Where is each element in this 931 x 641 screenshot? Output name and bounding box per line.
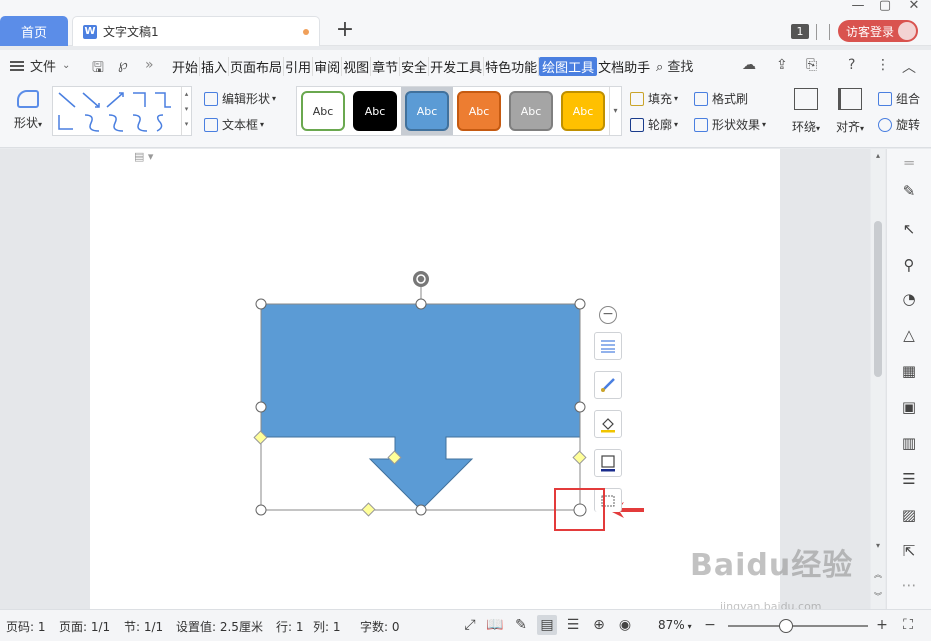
status-setting-value[interactable]: 设置值: 2.5厘米 [176, 618, 263, 635]
outline-icon[interactable] [594, 449, 622, 477]
edit-pen-icon[interactable]: ✎ [899, 181, 919, 201]
annotation-highlight-box [554, 488, 605, 531]
layers-icon[interactable]: △ [899, 325, 919, 345]
web-view-icon[interactable]: ⊕ [589, 615, 609, 635]
scroll-down-icon[interactable]: ▾ [871, 541, 885, 550]
status-section[interactable]: 节: 1/1 [124, 618, 163, 635]
chart-icon[interactable]: ▥ [899, 433, 919, 453]
location-pin-icon[interactable]: ⚲ [899, 255, 919, 275]
more-tools-icon[interactable]: ⋯ [899, 575, 919, 595]
sliders-icon[interactable]: ☰ [899, 469, 919, 489]
fill-bucket-icon[interactable] [594, 410, 622, 438]
status-page-count[interactable]: 页面: 1/1 [59, 618, 110, 635]
status-column[interactable]: 列: 1 [313, 618, 341, 635]
write-mode-icon[interactable]: ✎ [511, 615, 531, 635]
status-page-number[interactable]: 页码: 1 [6, 618, 46, 635]
callout-shape[interactable] [260, 303, 581, 511]
export-icon[interactable]: ⇱ [899, 541, 919, 561]
zoom-slider-track[interactable] [728, 625, 868, 627]
watermark-logo: Baidu经验 jingyan.baidu.com [690, 540, 854, 613]
outline-view-icon[interactable]: ☰ [563, 615, 583, 635]
scrollbar-thumb[interactable] [874, 221, 882, 377]
rotate-handle-icon[interactable] [413, 271, 429, 287]
select-cursor-icon[interactable]: ↖ [899, 219, 919, 239]
shapes-icon[interactable]: ◔ [899, 289, 919, 309]
scroll-up-icon[interactable]: ▴ [871, 151, 885, 160]
zoom-in-icon[interactable]: + [872, 615, 892, 635]
panel-grip-icon: ═ [904, 154, 914, 172]
shape-style-brush-icon[interactable] [594, 371, 622, 399]
table-icon[interactable]: ▦ [899, 361, 919, 381]
status-bar: 页码: 1 页面: 1/1 节: 1/1 设置值: 2.5厘米 行: 1 列: … [0, 609, 931, 641]
next-page-icon[interactable]: ︾ [871, 591, 885, 602]
watermark-brand: Baidu经验 [690, 548, 854, 583]
zoom-slider-knob[interactable] [779, 619, 793, 633]
status-row[interactable]: 行: 1 [276, 618, 304, 635]
zoom-level-dropdown[interactable]: 87% ▾ [658, 618, 692, 632]
prev-page-icon[interactable]: ︽ [871, 569, 885, 580]
fullscreen-icon[interactable]: ⤢ [460, 615, 480, 635]
vertical-scrollbar[interactable]: ▴ ▾ ︽ ︾ [871, 149, 885, 609]
zoom-level-label: 87% [658, 618, 685, 632]
fit-page-icon[interactable]: ⛶ [898, 615, 918, 635]
page-view-icon[interactable]: ▤ [537, 615, 557, 635]
layout-options-icon[interactable] [594, 332, 622, 360]
grid-apps-icon[interactable]: ▣ [899, 397, 919, 417]
collapse-toolbar-icon[interactable]: − [599, 306, 617, 324]
status-word-count[interactable]: 字数: 0 [360, 618, 400, 635]
reading-mode-icon[interactable]: 📖 [485, 615, 505, 635]
right-side-panel: ═ ✎ ↖ ⚲ ◔ △ ▦ ▣ ▥ ☰ ▨ ⇱ ⋯ [886, 149, 931, 609]
picture-icon[interactable]: ▨ [899, 505, 919, 525]
zoom-out-icon[interactable]: − [700, 615, 720, 635]
eye-protection-icon[interactable]: ◉ [615, 615, 635, 635]
